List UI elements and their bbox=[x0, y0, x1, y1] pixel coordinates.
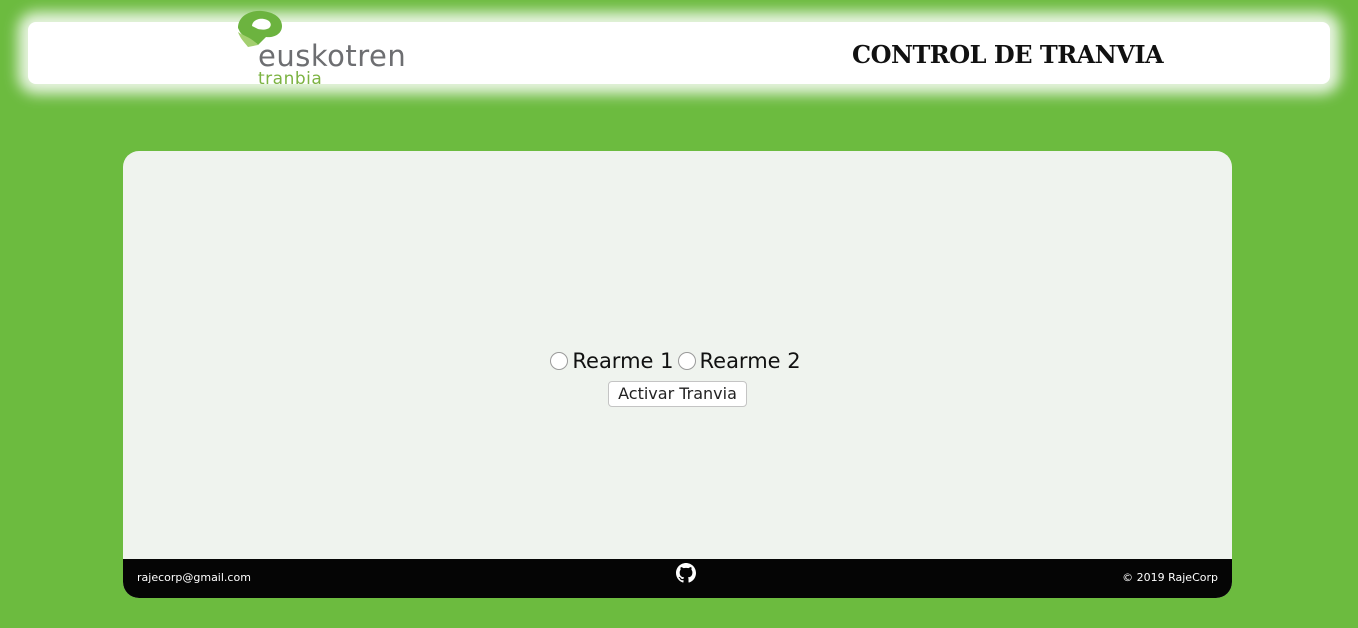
rearme-2-label[interactable]: Rearme 2 bbox=[700, 349, 801, 373]
footer-email: rajecorp@gmail.com bbox=[137, 571, 251, 584]
button-row: Activar Tranvia bbox=[123, 381, 1232, 407]
controls-panel: Rearme 1 Rearme 2 Activar Tranvia bbox=[123, 347, 1232, 407]
rearme-radio-group: Rearme 1 Rearme 2 bbox=[550, 347, 804, 375]
rearme-2-radio[interactable] bbox=[677, 352, 696, 370]
github-icon[interactable] bbox=[676, 563, 696, 583]
logo-subtitle: tranbia bbox=[258, 69, 323, 89]
page-title: CONTROL DE TRANVIA bbox=[852, 40, 1164, 69]
euskotren-logo[interactable]: euskotren tranbia bbox=[236, 10, 446, 90]
activar-tranvia-button[interactable]: Activar Tranvia bbox=[608, 381, 747, 407]
main-card: Rearme 1 Rearme 2 Activar Tranvia rajeco… bbox=[123, 151, 1232, 598]
logo-wordmark: euskotren bbox=[258, 39, 407, 73]
page: euskotren tranbia CONTROL DE TRANVIA Rea… bbox=[0, 0, 1358, 628]
rearme-1-label[interactable]: Rearme 1 bbox=[572, 349, 673, 373]
footer: rajecorp@gmail.com © 2019 RajeCorp bbox=[123, 559, 1232, 598]
rearme-1-radio[interactable] bbox=[550, 352, 569, 370]
footer-copyright: © 2019 RajeCorp bbox=[1122, 571, 1218, 584]
